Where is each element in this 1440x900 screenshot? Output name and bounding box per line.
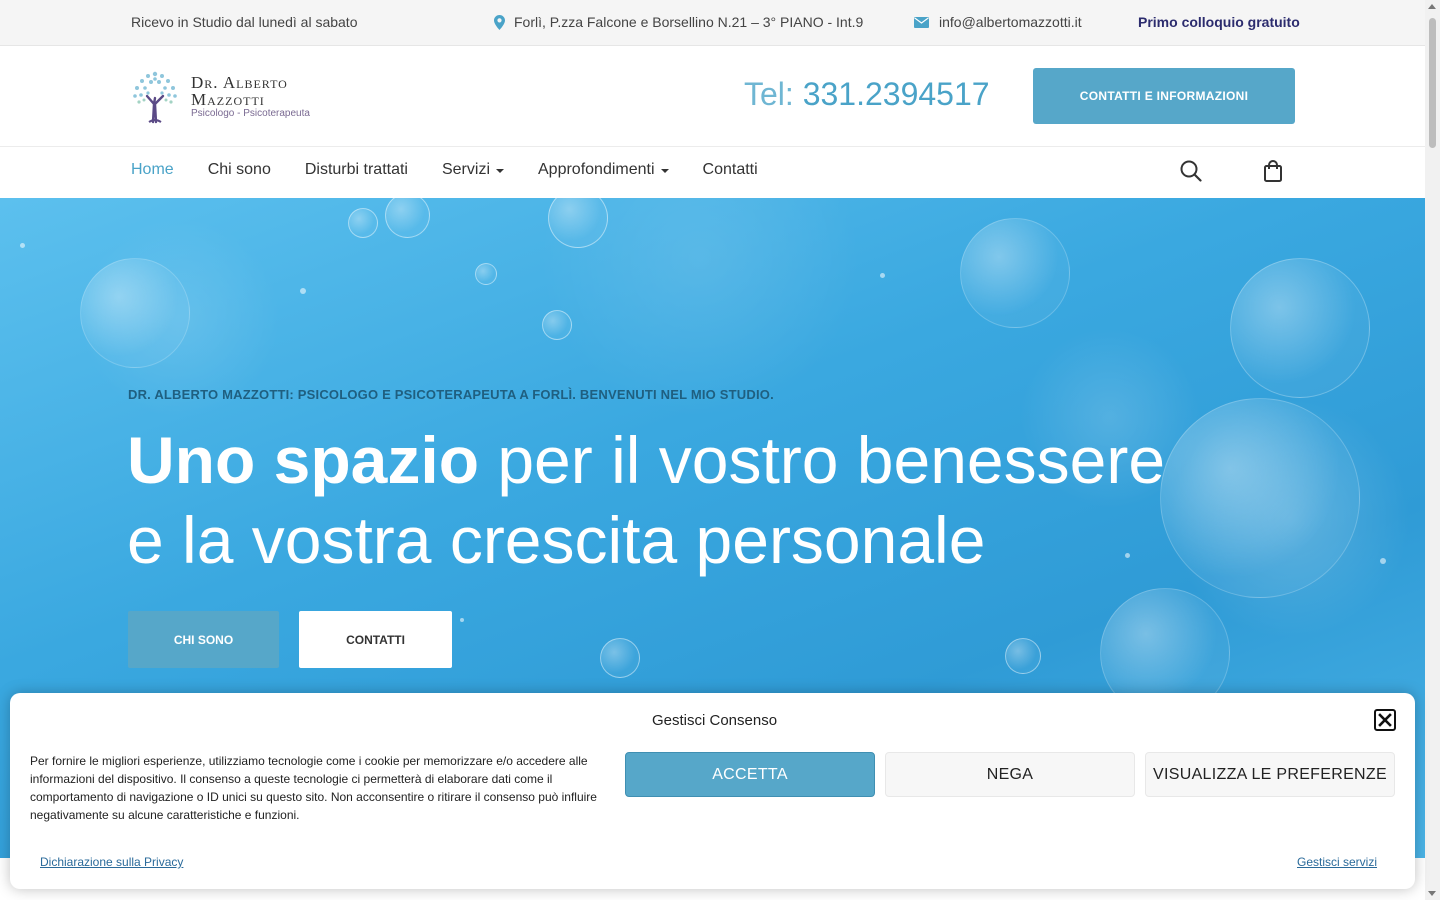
address-text: Forlì, P.zza Falcone e Borsellino N.21 –… xyxy=(514,14,864,30)
decorative-bubble xyxy=(548,198,608,248)
decorative-bubble xyxy=(542,310,572,340)
nav-item-approfondimenti[interactable]: Approfondimenti xyxy=(538,161,669,179)
nav-item-label: Approfondimenti xyxy=(538,161,655,178)
scroll-up-arrow-icon[interactable] xyxy=(1428,4,1436,9)
consent-title: Gestisci Consenso xyxy=(652,712,778,729)
decorative-bubble xyxy=(1230,258,1370,398)
nav-item-home[interactable]: Home xyxy=(131,161,174,179)
opening-hours-text: Ricevo in Studio dal lunedì al sabato xyxy=(131,14,358,30)
map-pin-icon xyxy=(494,14,505,30)
decorative-dot xyxy=(300,288,306,294)
chi-sono-button[interactable]: CHI SONO xyxy=(128,611,279,668)
search-icon[interactable] xyxy=(1180,160,1202,187)
phone-link[interactable]: Tel: 331.2394517 xyxy=(744,76,990,113)
nav-item-label: Contatti xyxy=(702,161,758,178)
site-logo[interactable]: Dr. Alberto Mazzotti Psicologo - Psicote… xyxy=(127,68,310,124)
top-info-bar: Ricevo in Studio dal lunedì al sabato Fo… xyxy=(0,0,1425,46)
decorative-dot xyxy=(460,618,464,622)
nav-item-label: Servizi xyxy=(441,161,490,178)
nav-item-servizi[interactable]: Servizi xyxy=(442,161,504,179)
hero-headline: Uno spazio per il vostro benessere e la v… xyxy=(127,420,1277,580)
headline-bold: Uno spazio xyxy=(127,423,480,497)
chevron-down-icon xyxy=(496,169,504,173)
accept-button[interactable]: ACCETTA xyxy=(625,752,875,797)
contatti-button[interactable]: CONTATTI xyxy=(299,611,452,668)
close-icon[interactable] xyxy=(1374,709,1396,731)
consent-text: Per fornire le migliori esperienze, util… xyxy=(30,754,597,822)
page-scrollbar[interactable] xyxy=(1425,0,1440,900)
envelope-icon xyxy=(914,16,929,28)
nav-item-label: Home xyxy=(131,161,174,178)
decorative-dot xyxy=(1380,558,1386,564)
decorative-dot xyxy=(880,273,885,278)
decorative-bubble xyxy=(1005,638,1041,674)
email-text: info@albertomazzotti.it xyxy=(939,14,1082,30)
free-consult-link[interactable]: Primo colloquio gratuito xyxy=(1138,14,1300,30)
tree-logo-icon xyxy=(133,71,177,124)
site-header: Dr. Alberto Mazzotti Psicologo - Psicote… xyxy=(0,46,1425,147)
decorative-bubble xyxy=(600,638,640,678)
main-nav: Home Chi sono Disturbi trattati Servizi Appr… xyxy=(0,147,1425,198)
decorative-bubble xyxy=(348,208,378,238)
nav-item-label: Disturbi trattati xyxy=(304,161,408,178)
nav-item-disturbi-trattati[interactable]: Disturbi trattati xyxy=(305,161,408,179)
contact-info-button[interactable]: CONTATTI E INFORMAZIONI xyxy=(1033,68,1295,124)
logo-subtitle: Psicologo - Psicoterapeuta xyxy=(191,108,310,119)
chevron-down-icon xyxy=(660,169,669,173)
logo-name-line1: Dr. Alberto xyxy=(191,73,288,92)
nav-item-chi-sono[interactable]: Chi sono xyxy=(208,161,271,179)
scrollbar-thumb[interactable] xyxy=(1429,18,1436,148)
email-item[interactable]: info@albertomazzotti.it xyxy=(914,14,1082,30)
scroll-down-arrow-icon[interactable] xyxy=(1428,891,1436,896)
headline-part2: e la vostra crescita personale xyxy=(127,503,986,577)
nav-item-label: Chi sono xyxy=(207,161,271,178)
address-item[interactable]: Forlì, P.zza Falcone e Borsellino N.21 –… xyxy=(494,14,863,30)
logo-name-line2: Mazzotti xyxy=(191,90,265,109)
nav-menu: Home Chi sono Disturbi trattati Servizi Appr… xyxy=(131,161,792,179)
manage-services-link[interactable]: Gestisci servizi xyxy=(1297,855,1377,869)
decorative-bubble xyxy=(960,218,1070,328)
hero-kicker: DR. ALBERTO MAZZOTTI: PSICOLOGO E PSICOT… xyxy=(128,387,774,402)
shopping-bag-icon[interactable] xyxy=(1263,160,1283,187)
decorative-bubble xyxy=(475,263,497,285)
decorative-bubble xyxy=(385,198,430,238)
cookie-consent-dialog: Gestisci Consenso Per fornire le miglior… xyxy=(10,693,1415,889)
decorative-bubble xyxy=(80,258,190,368)
decorative-dot xyxy=(20,243,25,248)
phone-label: Tel: xyxy=(744,76,794,112)
deny-button[interactable]: NEGA xyxy=(885,752,1135,797)
nav-item-contatti[interactable]: Contatti xyxy=(703,161,758,179)
headline-part1: per il vostro benessere xyxy=(479,423,1166,497)
view-preferences-button[interactable]: VISUALIZZA LE PREFERENZE xyxy=(1145,752,1395,797)
phone-number: 331.2394517 xyxy=(802,76,990,112)
privacy-statement-link[interactable]: Dichiarazione sulla Privacy xyxy=(40,855,183,869)
